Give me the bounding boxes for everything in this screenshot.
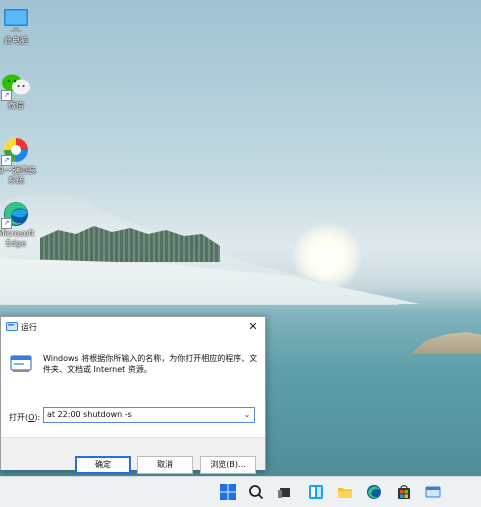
desktop-icon-label: 微信 [8, 101, 24, 110]
desktop-icon-edge[interactable]: ↗ Microsoft Edge [0, 199, 36, 249]
run-icon[interactable] [425, 484, 441, 500]
close-button[interactable]: ✕ [244, 318, 262, 336]
taskbar [0, 476, 481, 507]
ok-button[interactable]: 确定 [75, 456, 131, 474]
desktop-icon-label: Microsoft [0, 229, 35, 238]
widgets-icon[interactable] [308, 484, 324, 500]
wechat-icon: ↗ [1, 71, 31, 101]
store-icon[interactable] [396, 484, 412, 500]
desktop-icon-label-line2: Edge [5, 239, 27, 248]
edge-icon: ↗ [1, 199, 31, 229]
run-dialog: 运行 ✕ Windows 将根据你所输入的名称，为你打开相应的程序、文件夹、文档… [0, 316, 266, 474]
run-dialog-description: Windows 将根据你所输入的名称，为你打开相应的程序、文件夹、文档或 Int… [43, 354, 258, 374]
shortcut-arrow-icon: ↗ [1, 218, 12, 229]
desktop-icon-wechat[interactable]: ↗ 微信 [0, 71, 36, 111]
desktop-icon-label-line2: 系统 [8, 176, 24, 185]
desktop-icon-label: 此电脑 [4, 36, 28, 45]
run-dialog-body: Windows 将根据你所输入的名称，为你打开相应的程序、文件夹、文档或 Int… [1, 337, 265, 474]
desktop-icon-label: 白一键重装 [0, 166, 36, 175]
button-row: 确定 取消 浏览(B)... [1, 437, 265, 474]
task-view-icon[interactable] [277, 484, 293, 500]
open-input[interactable]: at 22:00 shutdown -s [47, 410, 132, 419]
search-icon[interactable] [248, 484, 264, 500]
file-explorer-icon[interactable] [337, 484, 353, 500]
run-dialog-title: 运行 [21, 323, 37, 332]
run-title-icon [6, 322, 18, 331]
monitor-icon [1, 6, 31, 36]
desktop-icon-this-pc[interactable]: 此电脑 [0, 6, 36, 46]
cancel-button[interactable]: 取消 [137, 456, 193, 474]
chevron-down-icon[interactable]: ⌄ [242, 409, 252, 421]
run-program-icon [10, 353, 32, 375]
edge-icon[interactable] [366, 484, 382, 500]
open-combobox[interactable]: at 22:00 shutdown -s ⌄ [43, 407, 255, 423]
shortcut-arrow-icon: ↗ [1, 90, 12, 101]
island [410, 332, 481, 354]
run-dialog-titlebar[interactable]: 运行 ✕ [1, 317, 265, 337]
start-icon[interactable] [220, 484, 236, 500]
shortcut-arrow-icon: ↗ [1, 155, 12, 166]
reinstall-tool-icon: ↗ [1, 136, 31, 166]
open-label: 打开(O): [9, 413, 41, 422]
browse-button[interactable]: 浏览(B)... [200, 456, 256, 474]
desktop-icon-reinstall-tool[interactable]: ↗ 白一键重装 系统 [0, 136, 36, 186]
